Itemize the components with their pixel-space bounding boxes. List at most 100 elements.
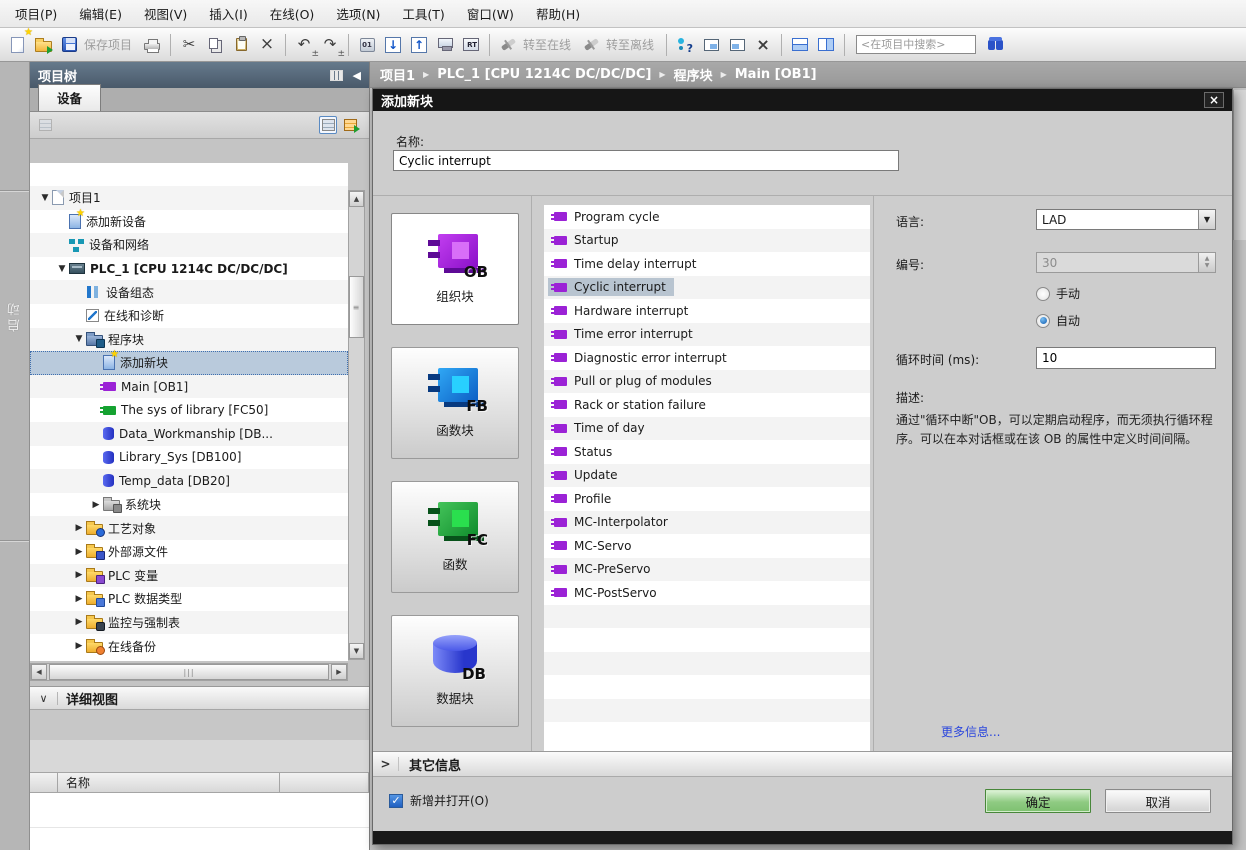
cycle-time-input[interactable] (1036, 347, 1216, 369)
ob-type-row[interactable]: Diagnostic error interrupt (544, 346, 870, 370)
project-search-input[interactable] (856, 35, 976, 54)
expand-icon[interactable]: ▶ (72, 594, 86, 604)
ob-type-row[interactable]: Pull or plug of modules (544, 370, 870, 394)
chevron-down-icon[interactable]: ▼ (1198, 210, 1215, 229)
undo-button[interactable]: ↶± (292, 33, 316, 57)
open-project-button[interactable] (31, 33, 55, 57)
close-icon[interactable]: × (1204, 92, 1224, 108)
ob-type-row[interactable]: MC-PostServo (544, 581, 870, 605)
language-select[interactable]: LAD ▼ (1036, 209, 1216, 230)
auto-radio-row[interactable]: 自动 (1036, 312, 1080, 329)
tree-item[interactable]: ▼PLC_1 [CPU 1214C DC/DC/DC] (30, 257, 348, 281)
tree-item[interactable]: 添加新块 (30, 351, 348, 375)
scroll-thumb[interactable]: ≡ (349, 276, 364, 338)
scroll-thumb[interactable]: ||| (49, 664, 329, 680)
ob-type-item[interactable]: Status (548, 443, 620, 461)
ob-type-row[interactable]: Profile (544, 487, 870, 511)
expand-icon[interactable]: ▶ (72, 547, 86, 557)
menu-item[interactable]: 编辑(E) (68, 0, 133, 27)
tree-item[interactable]: ▼程序块 (30, 328, 348, 352)
expand-icon[interactable]: ▶ (72, 617, 86, 627)
ob-type-row[interactable]: Time error interrupt (544, 323, 870, 347)
cut-button[interactable]: ✂ (177, 33, 201, 57)
copy-button[interactable] (203, 33, 227, 57)
collapse-icon[interactable]: ▼ (55, 264, 69, 274)
spinner-arrows-icon[interactable]: ▲▼ (1198, 253, 1215, 272)
tree-item[interactable]: Main [OB1] (30, 375, 348, 399)
tree-item[interactable]: 添加新设备 (30, 210, 348, 234)
collapse-icon[interactable]: ▼ (38, 193, 52, 203)
ob-type-item[interactable]: Time error interrupt (548, 325, 701, 343)
tab-devices[interactable]: 设备 (38, 84, 101, 111)
tree-item[interactable]: 设备和网络 (30, 233, 348, 257)
tree-item[interactable]: 在线和诊断 (30, 304, 348, 328)
tree-settings-button[interactable] (36, 116, 54, 134)
detail-view-name-column[interactable]: 名称 (58, 773, 280, 792)
ob-type-row[interactable]: Rack or station failure (544, 393, 870, 417)
manual-radio-row[interactable]: 手动 (1036, 285, 1080, 302)
ob-type-item[interactable]: Profile (548, 490, 619, 508)
redo-dropdown-icon[interactable]: ± (337, 49, 345, 59)
breadcrumb-item[interactable]: Main [OB1] (735, 67, 817, 82)
tree-horizontal-scrollbar[interactable]: ◀ ||| ▶ (30, 663, 348, 681)
ob-type-item[interactable]: Rack or station failure (548, 396, 714, 414)
window-detach-button[interactable] (725, 33, 749, 57)
add-and-open-checkbox[interactable] (389, 794, 403, 808)
menu-item[interactable]: 项目(P) (4, 0, 68, 27)
columns-icon[interactable] (330, 70, 343, 81)
table-view-button[interactable] (319, 116, 337, 134)
split-horizontal-button[interactable] (788, 33, 812, 57)
search-project-button[interactable] (983, 33, 1007, 57)
scroll-down-icon[interactable]: ▼ (349, 643, 364, 659)
block-type-fb-button[interactable]: FB函数块 (391, 347, 519, 459)
tree-item[interactable]: ▶PLC 数据类型 (30, 587, 348, 611)
cancel-action-button[interactable]: × (751, 33, 775, 57)
ob-type-item[interactable]: MC-PreServo (548, 560, 659, 578)
ob-type-row[interactable]: Status (544, 440, 870, 464)
breadcrumb-item[interactable]: PLC_1 [CPU 1214C DC/DC/DC] (437, 67, 651, 82)
scroll-left-icon[interactable]: ◀ (31, 664, 47, 680)
tree-item[interactable]: ▶在线备份 (30, 634, 348, 658)
tree-item[interactable]: Temp_data [DB20] (30, 469, 348, 493)
ob-type-row[interactable]: Time delay interrupt (544, 252, 870, 276)
download-to-device-button[interactable]: ↓ (381, 33, 405, 57)
ok-button[interactable]: 确定 (985, 789, 1091, 813)
ob-type-item[interactable]: MC-Servo (548, 537, 639, 555)
collapse-icon[interactable]: ▼ (72, 334, 86, 344)
dialog-titlebar[interactable]: 添加新块 × (373, 89, 1232, 111)
save-project-button[interactable] (57, 33, 81, 57)
expand-icon[interactable]: ▶ (89, 500, 103, 510)
ob-type-item[interactable]: Time of day (548, 419, 653, 437)
breadcrumb-item[interactable]: 项目1 (380, 65, 415, 84)
tree-item[interactable]: ▶PLC 变量 (30, 564, 348, 588)
window-overview-button[interactable] (699, 33, 723, 57)
manual-radio[interactable] (1036, 287, 1050, 301)
split-vertical-button[interactable] (814, 33, 838, 57)
ob-type-row[interactable]: Update (544, 464, 870, 488)
expand-icon[interactable]: ▶ (72, 523, 86, 533)
accessible-devices-button[interactable] (673, 33, 697, 57)
menu-item[interactable]: 视图(V) (133, 0, 198, 27)
block-type-db-button[interactable]: DB数据块 (391, 615, 519, 727)
scroll-up-icon[interactable]: ▲ (349, 191, 364, 207)
ob-type-item[interactable]: Program cycle (548, 208, 667, 226)
upload-from-device-button[interactable]: ↑ (407, 33, 431, 57)
block-type-ob-button[interactable]: OB组织块 (391, 213, 519, 325)
tree-item[interactable]: ▶系统块 (30, 493, 348, 517)
additional-info-section[interactable]: > 其它信息 (373, 751, 1232, 777)
delete-button[interactable]: × (255, 33, 279, 57)
chevron-right-icon[interactable]: > (373, 757, 399, 771)
ob-type-row[interactable]: MC-Servo (544, 534, 870, 558)
rail-tab-start[interactable]: 启动 (6, 300, 25, 332)
open-checkbox-row[interactable]: 新增并打开(O) (389, 792, 489, 809)
tree-item[interactable]: The sys of library [FC50] (30, 398, 348, 422)
paste-button[interactable] (229, 33, 253, 57)
expand-icon[interactable]: ▶ (72, 570, 86, 580)
breadcrumb-item[interactable]: 程序块 (674, 65, 713, 84)
auto-radio[interactable] (1036, 314, 1050, 328)
ob-type-item[interactable]: Hardware interrupt (548, 302, 696, 320)
tree-item[interactable]: ▶工艺对象 (30, 516, 348, 540)
ob-type-item[interactable]: Update (548, 466, 625, 484)
tree-item[interactable]: ▼项目1 (30, 186, 348, 210)
scroll-right-icon[interactable]: ▶ (331, 664, 347, 680)
